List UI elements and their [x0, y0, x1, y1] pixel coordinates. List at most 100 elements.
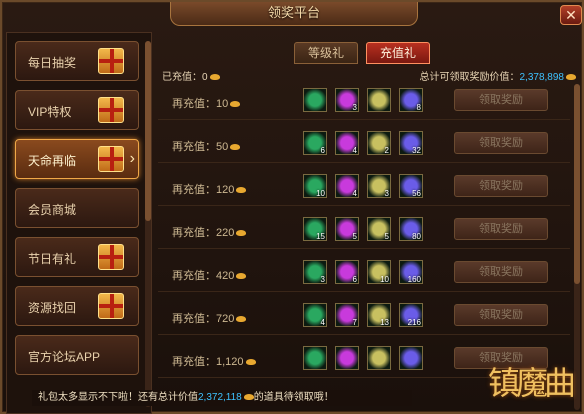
sidebar-item[interactable]: 资源找回	[15, 286, 139, 326]
gift-box-icon	[98, 48, 124, 74]
tab-recharge-gift[interactable]: 充值礼	[366, 42, 430, 64]
gift-box-icon	[98, 244, 124, 270]
jade-icon[interactable]	[303, 346, 327, 370]
crystal-icon[interactable]	[399, 346, 423, 370]
jade-icon[interactable]: 15	[303, 217, 327, 241]
item-count: 8	[416, 103, 421, 112]
item-count: 5	[384, 232, 389, 241]
gift-box-icon	[98, 97, 124, 123]
reward-row: 再充值：10 3 8 领取奖励	[158, 84, 570, 120]
sidebar-item[interactable]: 节日有礼	[15, 237, 139, 277]
claim-reward-button[interactable]: 领取奖励	[454, 218, 548, 240]
crystal-icon[interactable]: 160	[399, 260, 423, 284]
claim-reward-button[interactable]: 领取奖励	[454, 132, 548, 154]
item-count: 3	[384, 189, 389, 198]
item-count: 10	[380, 275, 389, 284]
list-scroll-thumb[interactable]	[574, 84, 580, 284]
crystal-icon[interactable]: 32	[399, 131, 423, 155]
total-reward-value: 总计可领取奖励价值：2,378,898	[420, 68, 576, 83]
crystal-icon[interactable]: 8	[399, 88, 423, 112]
sidebar-item[interactable]: 天命再临 ›	[15, 139, 139, 179]
sidebar-scroll-thumb[interactable]	[145, 41, 151, 221]
recharge-requirement: 再充值：120	[172, 181, 247, 197]
sidebar-item-label: 会员商城	[28, 203, 77, 217]
coin-icon	[236, 273, 247, 280]
sidebar-item-label: VIP特权	[28, 105, 72, 119]
recharge-requirement: 再充值：220	[172, 224, 247, 240]
footer-note: 礼包太多显示不下啦！还有总计价值2,372,118 的道具待领取哦！	[32, 390, 412, 406]
claim-reward-button[interactable]: 领取奖励	[454, 261, 548, 283]
scroll-icon[interactable]: 13	[367, 303, 391, 327]
claim-reward-button[interactable]: 领取奖励	[454, 304, 548, 326]
jade-icon[interactable]: 4	[303, 303, 327, 327]
reward-row: 再充值：720 4 7 13 216 领取奖励	[158, 299, 570, 335]
claim-reward-button[interactable]: 领取奖励	[454, 175, 548, 197]
gift-box-icon	[98, 293, 124, 319]
jade-icon[interactable]: 10	[303, 174, 327, 198]
reward-row: 再充值：50 6 4 2 32 领取奖励	[158, 127, 570, 163]
claim-reward-button[interactable]: 领取奖励	[454, 89, 548, 111]
sidebar-item-label: 官方论坛APP	[28, 350, 101, 364]
item-count: 6	[320, 146, 325, 155]
main-panel: 等级礼 充值礼 已充值：0 总计可领取奖励价值：2,378,898 再充值：10…	[154, 32, 582, 414]
sidebar-item-label: 资源找回	[28, 301, 77, 315]
crystal-icon[interactable]: 216	[399, 303, 423, 327]
crystal-icon[interactable]: 80	[399, 217, 423, 241]
sidebar-scrollbar[interactable]	[145, 41, 151, 407]
coin-icon	[243, 394, 254, 401]
reward-row: 再充值：220 15 5 5 80 领取奖励	[158, 213, 570, 249]
feather-icon[interactable]: 4	[335, 174, 359, 198]
recharge-requirement: 再充值：10	[172, 95, 241, 111]
jade-icon[interactable]: 3	[303, 260, 327, 284]
scroll-icon[interactable]	[367, 88, 391, 112]
feather-icon[interactable]: 6	[335, 260, 359, 284]
feather-icon[interactable]	[335, 346, 359, 370]
item-count: 6	[352, 275, 357, 284]
feather-icon[interactable]: 3	[335, 88, 359, 112]
coin-icon	[236, 316, 247, 323]
scroll-icon[interactable]: 5	[367, 217, 391, 241]
coin-icon	[245, 359, 256, 366]
item-count: 160	[407, 275, 421, 284]
crystal-icon[interactable]: 56	[399, 174, 423, 198]
sidebar-item[interactable]: 会员商城	[15, 188, 139, 228]
sidebar-item[interactable]: 官方论坛APP	[15, 335, 139, 375]
item-count: 13	[380, 318, 389, 327]
item-count: 4	[352, 146, 357, 155]
coin-icon	[236, 230, 247, 237]
window-title: 领奖平台	[170, 2, 418, 26]
feather-icon[interactable]: 4	[335, 131, 359, 155]
item-count: 2	[384, 146, 389, 155]
charged-amount: 已充值：0	[162, 68, 220, 83]
item-count: 3	[320, 275, 325, 284]
scroll-icon[interactable]	[367, 346, 391, 370]
tab-level-gift[interactable]: 等级礼	[294, 42, 358, 64]
chevron-right-icon: ›	[129, 150, 135, 167]
item-count: 15	[316, 232, 325, 241]
scroll-icon[interactable]: 10	[367, 260, 391, 284]
item-count: 4	[352, 189, 357, 198]
game-logo: 镇魔曲	[488, 364, 576, 402]
item-count: 10	[316, 189, 325, 198]
scroll-icon[interactable]: 3	[367, 174, 391, 198]
sidebar-item[interactable]: 每日抽奖	[15, 41, 139, 81]
jade-icon[interactable]: 6	[303, 131, 327, 155]
item-count: 216	[407, 318, 421, 327]
coin-icon	[236, 187, 247, 194]
coin-icon	[230, 101, 241, 108]
sidebar-item-label: 天命再临	[28, 154, 77, 168]
sidebar-item[interactable]: VIP特权	[15, 90, 139, 130]
coin-icon	[209, 74, 220, 81]
jade-icon[interactable]	[303, 88, 327, 112]
feather-icon[interactable]: 5	[335, 217, 359, 241]
recharge-requirement: 再充值：720	[172, 310, 247, 326]
feather-icon[interactable]: 7	[335, 303, 359, 327]
close-button[interactable]: ✕	[560, 5, 582, 25]
item-count: 3	[352, 103, 357, 112]
coin-icon	[566, 74, 576, 81]
scroll-icon[interactable]: 2	[367, 131, 391, 155]
sidebar: 每日抽奖 VIP特权天命再临 › 会员商城节日有礼资源找回官方论坛APP	[6, 32, 152, 414]
sidebar-item-label: 节日有礼	[28, 252, 77, 266]
item-count: 4	[320, 318, 325, 327]
reward-row: 再充值：120 10 4 3 56 领取奖励	[158, 170, 570, 206]
